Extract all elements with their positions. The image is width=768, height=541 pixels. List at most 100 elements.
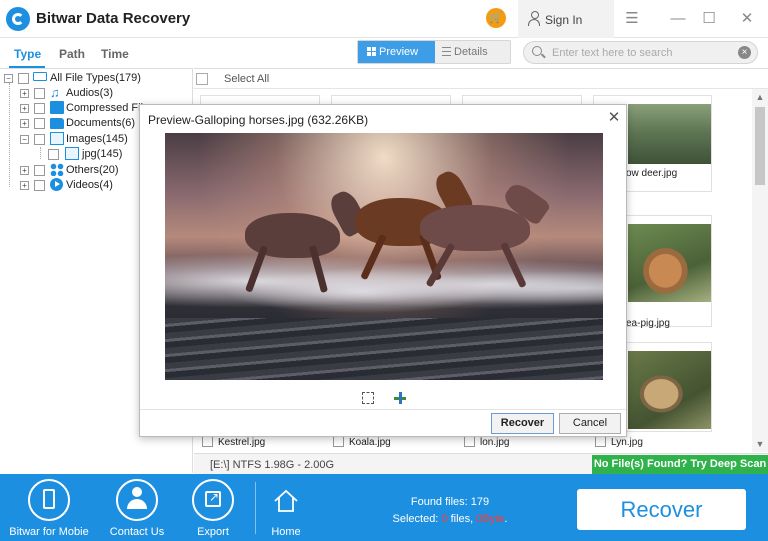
file-name: lon.jpg [480,437,510,448]
bitwar-mobile-button[interactable]: Bitwar for Mobie [9,479,89,539]
maximize-button[interactable]: ☐ [699,9,719,29]
preview-tools [362,392,422,406]
select-all-label[interactable]: Select All [224,73,269,85]
horse-shape [420,205,530,251]
home-button[interactable]: Home [251,479,321,539]
tab-time[interactable]: Time [101,47,129,61]
minimize-button[interactable]: — [668,9,688,29]
bitwar-mobile-label: Bitwar for Mobie [9,526,89,538]
recover-button[interactable]: Recover [577,489,746,530]
expand-icon[interactable]: + [20,89,29,98]
tree-item-label: Videos(4) [66,179,113,191]
file-card-label: ea-pig.jpg [626,318,670,329]
music-icon: ♫ [50,85,60,100]
file-name: Koala.jpg [349,437,391,448]
tree-checkbox[interactable] [34,88,45,99]
tree-item-label: Compressed File [66,102,150,114]
deep-scan-button[interactable]: No File(s) Found? Try Deep Scan [592,455,768,474]
file-checkbox[interactable] [333,436,344,447]
found-files-count: 179 [470,496,490,508]
file-checkbox[interactable] [595,436,606,447]
tree-checkbox[interactable] [34,180,45,191]
lynx-thumbnail [628,351,711,429]
contact-us-button[interactable]: Contact Us [102,479,172,539]
guinea-pig-thumbnail [628,224,711,302]
select-all-checkbox[interactable] [196,73,208,85]
file-item-kestrel[interactable]: Kestrel.jpg [202,436,265,448]
tab-type[interactable]: Type [14,47,41,61]
scroll-up-icon[interactable]: ▲ [752,89,768,105]
dialog-recover-button[interactable]: Recover [491,413,554,434]
zip-icon [50,101,64,114]
tree-item-label: jpg(145) [82,148,123,160]
app-title: Bitwar Data Recovery [36,10,191,27]
found-files-text: Found files: 179 [410,496,490,508]
tree-item-label: Audios(3) [66,87,114,99]
export-icon [192,479,234,521]
file-item-lynx[interactable]: Lyn.jpg [595,436,643,448]
app-logo-icon [6,7,30,31]
file-name: Lyn.jpg [611,437,643,448]
view-toggle: Preview Details [357,40,511,64]
file-item-koala[interactable]: Koala.jpg [333,436,391,448]
scroll-thumb[interactable] [755,107,765,185]
bottom-bar: Bitwar for Mobie Contact Us Export Home … [0,474,768,541]
grid-icon [367,47,376,56]
menu-icon[interactable]: ☰ [622,9,642,29]
zoom-icon[interactable] [394,392,406,404]
close-window-button[interactable]: ✕ [737,9,757,29]
tree-checkbox[interactable] [18,73,29,84]
clear-search-icon[interactable]: × [738,46,751,59]
close-icon[interactable]: ✕ [606,110,622,126]
status-strip: [E:\] NTFS 1.98G - 2.00G No File(s) Foun… [194,453,768,474]
tree-item-label: All File Types(179) [50,72,141,84]
contact-icon [116,479,158,521]
cart-icon[interactable]: 🛒 [486,8,506,28]
sign-in-button[interactable]: Sign In [518,0,614,38]
tree-checkbox[interactable] [34,103,45,114]
tree-checkbox[interactable] [48,149,59,160]
deer-thumbnail [628,104,711,164]
tree-checkbox[interactable] [34,118,45,129]
collapse-icon[interactable]: − [4,74,13,83]
tree-item-all[interactable]: − All File Types(179) [4,70,189,86]
search-input[interactable] [552,45,732,61]
expand-icon[interactable]: + [20,181,29,190]
expand-icon[interactable]: + [20,166,29,175]
tree-item-label: Others(20) [66,164,119,176]
image-icon [50,132,64,145]
tree-checkbox[interactable] [34,165,45,176]
tree-checkbox[interactable] [34,134,45,145]
expand-icon[interactable]: + [20,104,29,113]
tree-item-label: Documents(6) [66,117,136,129]
waves [165,318,603,380]
tree-item-audios[interactable]: + ♫ Audios(3) [20,85,190,101]
computer-icon [33,72,47,81]
preview-dialog: Preview-Galloping horses.jpg (632.26KB) … [139,104,627,437]
dialog-cancel-button[interactable]: Cancel [559,413,621,434]
export-label: Export [197,526,229,538]
tree-guide-line [40,147,41,159]
details-view-button[interactable]: Details [435,41,510,63]
file-item-lion[interactable]: lon.jpg [464,436,509,448]
collapse-icon[interactable]: − [20,135,29,144]
file-checkbox[interactable] [202,436,213,447]
home-icon [274,489,298,512]
dialog-divider [140,409,626,410]
home-label: Home [271,526,301,538]
preview-image [165,133,603,380]
scroll-down-icon[interactable]: ▼ [752,436,768,452]
tab-path[interactable]: Path [59,47,85,61]
preview-dialog-title: Preview-Galloping horses.jpg (632.26KB) [148,113,369,127]
preview-view-button[interactable]: Preview [358,41,435,63]
video-icon [50,178,63,191]
preview-view-label: Preview [379,46,419,58]
expand-icon[interactable]: + [20,119,29,128]
file-checkbox[interactable] [464,436,475,447]
file-name: Kestrel.jpg [218,437,266,448]
fit-to-window-icon[interactable] [362,392,374,404]
title-bar: Bitwar Data Recovery 🛒 Sign In ☰ — ☐ ✕ [0,0,768,38]
select-all-row: Select All [194,69,768,89]
export-button[interactable]: Export [178,479,248,539]
vertical-scrollbar[interactable]: ▲ ▼ [752,89,768,452]
